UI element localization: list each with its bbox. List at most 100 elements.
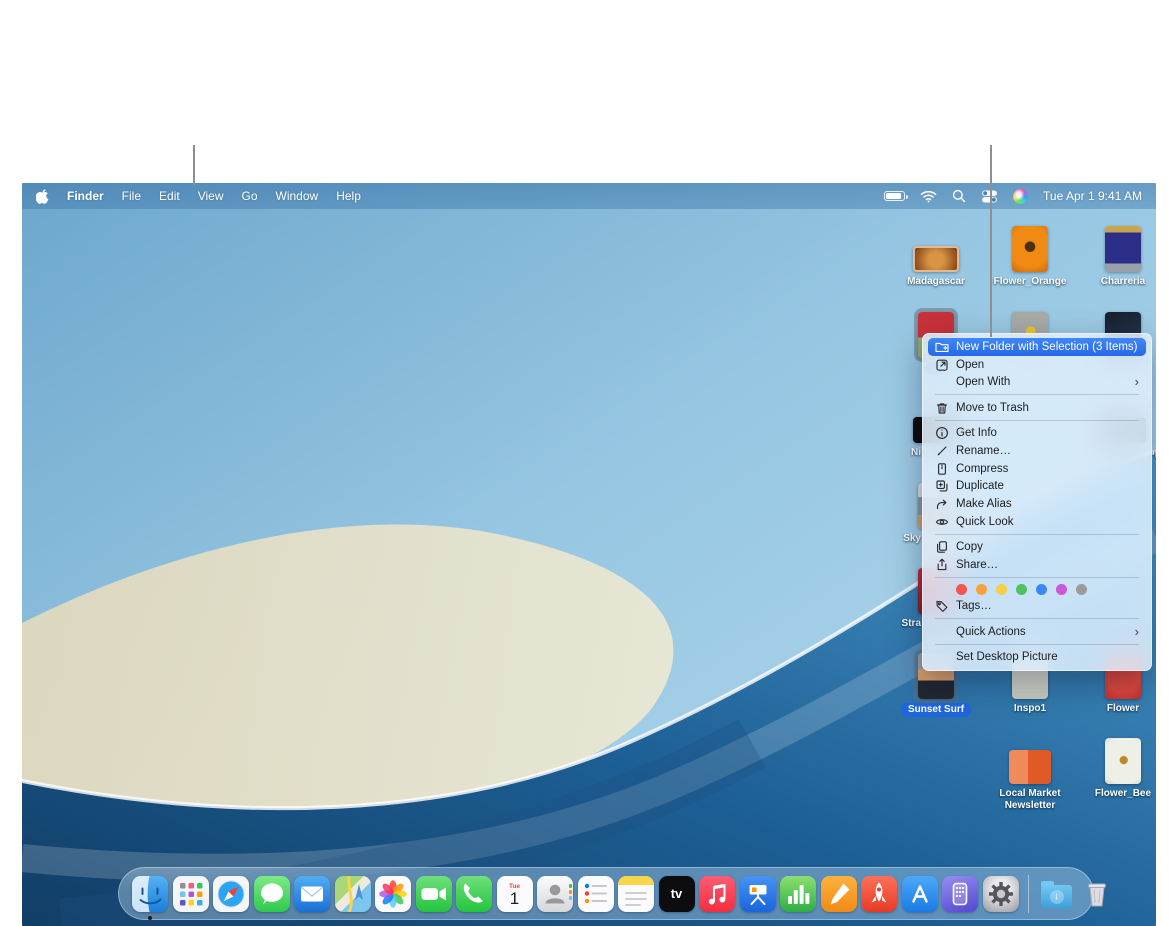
dock-numbers[interactable]: [779, 875, 817, 913]
menu-view[interactable]: View: [198, 189, 224, 203]
launchpad-app-icon: [173, 876, 209, 912]
dock-music[interactable]: [698, 875, 736, 913]
menu-item-label: Tags…: [956, 600, 992, 612]
dock-iphone-mirroring[interactable]: [941, 875, 979, 913]
menu-item-rename[interactable]: Rename…: [928, 442, 1146, 460]
compress-icon: [935, 462, 956, 476]
iphone-mirroring-app-icon: [942, 876, 978, 912]
siri-icon[interactable]: [1013, 189, 1028, 204]
menu-item-duplicate[interactable]: Duplicate: [928, 477, 1146, 495]
menu-item-tags[interactable]: Tags…: [928, 597, 1146, 615]
file-label: Stra: [891, 618, 921, 630]
dock-trash[interactable]: [1078, 875, 1116, 913]
menu-window[interactable]: Window: [276, 189, 319, 203]
menu-item-compress[interactable]: Compress: [928, 460, 1146, 478]
menu-item-label: Quick Actions: [956, 626, 1026, 638]
file-thumbnail[interactable]: [1009, 750, 1051, 784]
dock-games[interactable]: [860, 875, 898, 913]
dock-downloads[interactable]: ↓: [1038, 875, 1076, 913]
dock-calendar[interactable]: Tue1: [496, 875, 534, 913]
menu-item-quick-actions[interactable]: Quick Actions›: [928, 623, 1146, 641]
dock-facetime[interactable]: [415, 875, 453, 913]
battery-icon[interactable]: [884, 191, 905, 201]
desktop-icon-flower-orange[interactable]: Flower_Orange: [985, 224, 1075, 272]
apple-menu-icon[interactable]: [36, 189, 49, 204]
file-thumbnail[interactable]: [1105, 738, 1141, 784]
dock-reminders[interactable]: [577, 875, 615, 913]
desktop-icon-charreria[interactable]: Charreria: [1078, 224, 1156, 272]
file-label: Flower_Bee: [1078, 788, 1156, 800]
system-settings-app-icon: [983, 876, 1019, 912]
tag-color-dot[interactable]: [1016, 584, 1027, 595]
dock-photos[interactable]: [374, 875, 412, 913]
dock-launchpad[interactable]: [172, 875, 210, 913]
menu-item-new-folder-with-selection-3-items[interactable]: New Folder with Selection (3 Items): [928, 338, 1146, 356]
dock-contacts[interactable]: [536, 875, 574, 913]
menu-item-set-desktop-picture[interactable]: Set Desktop Picture: [928, 648, 1146, 666]
tag-color-dot[interactable]: [996, 584, 1007, 595]
menu-item-move-to-trash[interactable]: Move to Trash: [928, 399, 1146, 417]
newfolder-icon: [935, 340, 956, 354]
quicklook-icon: [935, 515, 956, 529]
menu-item-open[interactable]: Open: [928, 356, 1146, 374]
menu-item-get-info[interactable]: Get Info: [928, 424, 1146, 442]
menu-item-make-alias[interactable]: Make Alias: [928, 495, 1146, 513]
callout-line-menubar: [193, 145, 195, 185]
maps-app-icon: [335, 876, 371, 912]
menu-go[interactable]: Go: [242, 189, 258, 203]
dock-messages[interactable]: [253, 875, 291, 913]
tag-color-dot[interactable]: [976, 584, 987, 595]
desktop-icon-local-market-newsletter[interactable]: Local Market Newsletter: [985, 736, 1075, 784]
downloads-folder: ↓: [1041, 885, 1072, 908]
dock-safari[interactable]: [212, 875, 250, 913]
dock-tv[interactable]: tv: [658, 875, 696, 913]
file-label: Flower: [1078, 703, 1156, 715]
tv-label: tv: [671, 886, 683, 901]
menu-edit[interactable]: Edit: [159, 189, 180, 203]
wifi-icon[interactable]: [920, 190, 937, 203]
dock-app-store[interactable]: [901, 875, 939, 913]
file-thumbnail[interactable]: [913, 246, 959, 272]
dock: Tue1 tv ↓: [118, 867, 1094, 920]
menu-file[interactable]: File: [122, 189, 141, 203]
dock-mail[interactable]: [293, 875, 331, 913]
desktop-icon-madagascar[interactable]: Madagascar: [891, 224, 981, 272]
desktop: Finder File Edit View Go Window Help: [22, 183, 1156, 926]
file-label: Sunset Surf: [891, 703, 981, 717]
menu-finder[interactable]: Finder: [67, 189, 104, 203]
menu-item-quick-look[interactable]: Quick Look: [928, 513, 1146, 531]
file-thumbnail[interactable]: [1012, 226, 1048, 272]
file-label: Madagascar: [891, 276, 981, 288]
file-thumbnail[interactable]: [1105, 226, 1141, 272]
menu-separator: [935, 534, 1139, 535]
file-label: Charreria: [1078, 276, 1156, 288]
menu-help[interactable]: Help: [336, 189, 361, 203]
dock-finder[interactable]: [131, 875, 169, 913]
menu-item-label: Copy: [956, 541, 983, 553]
dock-maps[interactable]: [334, 875, 372, 913]
tag-color-dot[interactable]: [1076, 584, 1087, 595]
reminders-app-icon: [578, 876, 614, 912]
menu-item-label: New Folder with Selection (3 Items): [956, 341, 1138, 353]
menubar-clock[interactable]: Tue Apr 1 9:41 AM: [1043, 189, 1142, 203]
calendar-day: 1: [510, 890, 519, 908]
dock-system-settings[interactable]: [982, 875, 1020, 913]
tag-color-dot[interactable]: [956, 584, 967, 595]
dock-phone[interactable]: [455, 875, 493, 913]
menu-item-share[interactable]: Share…: [928, 556, 1146, 574]
tag-color-row: [923, 581, 1151, 597]
search-icon[interactable]: [952, 189, 966, 203]
safari-app-icon: [213, 876, 249, 912]
tag-color-dot[interactable]: [1036, 584, 1047, 595]
copy-icon: [935, 540, 956, 554]
desktop-icon-flower-bee[interactable]: Flower_Bee: [1078, 736, 1156, 784]
menu-item-label: Set Desktop Picture: [956, 651, 1058, 663]
running-indicator: [148, 916, 152, 920]
dock-notes[interactable]: [617, 875, 655, 913]
file-label: Local Market Newsletter: [985, 788, 1075, 812]
tag-color-dot[interactable]: [1056, 584, 1067, 595]
dock-keynote[interactable]: [739, 875, 777, 913]
menu-item-copy[interactable]: Copy: [928, 538, 1146, 556]
dock-pages[interactable]: [820, 875, 858, 913]
menu-item-open-with[interactable]: Open With›: [928, 373, 1146, 391]
